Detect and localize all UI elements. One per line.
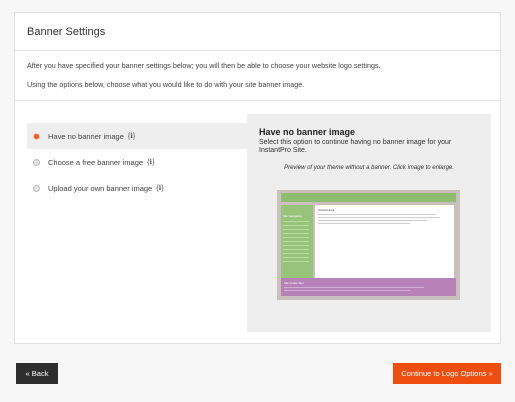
info-icon[interactable]: {ℹ} [147, 158, 154, 166]
thumb-nav-label: Site Navigation [283, 214, 302, 218]
info-glyph: ℹ [130, 133, 133, 140]
back-button[interactable]: « Back [16, 363, 58, 384]
option-upload-banner[interactable]: Upload your own banner image {ℹ} [27, 175, 247, 201]
thumb-nav-line [283, 245, 309, 246]
thumb-nav-line [283, 261, 309, 262]
thumb-nav-line [283, 253, 309, 254]
option-label: Have no banner image [48, 131, 124, 141]
thumb-content-line [318, 220, 428, 221]
thumb-content-line [318, 214, 436, 215]
intro-line-1: After you have specified your banner set… [27, 61, 381, 70]
thumb-content-area: Content Area [315, 205, 454, 288]
option-label: Upload your own banner image [48, 183, 153, 193]
thumb-nav-line [283, 241, 309, 242]
thumb-footer-line [284, 290, 410, 291]
thumb-nav-line [283, 257, 309, 258]
info-glyph: ℹ [149, 159, 153, 166]
option-free-banner[interactable]: Choose a free banner image {ℹ} [27, 149, 247, 175]
thumb-nav-line [283, 225, 309, 226]
radio-free-banner[interactable] [33, 158, 40, 166]
thumb-nav-line [283, 229, 309, 230]
info-icon[interactable]: {ℹ} [128, 132, 135, 140]
option-no-banner[interactable]: Have no banner image {ℹ} [27, 123, 247, 149]
thumb-nav-line [283, 237, 309, 238]
thumb-content-line [318, 217, 440, 218]
banner-options: Have no banner image {ℹ} Choose a free b… [27, 123, 247, 201]
continue-to-logo-options-button[interactable]: Continue to Logo Options » [393, 363, 501, 384]
divider [15, 100, 500, 101]
preview-caption: Preview of your theme without a banner. … [284, 165, 454, 172]
thumb-content-title: Content Area [318, 208, 335, 212]
preview-title: Have no banner image [259, 127, 356, 137]
preview-box: Have no banner image Select this option … [247, 114, 491, 332]
thumb-footer: Site Footer Text [281, 278, 456, 296]
page-title: Banner Settings [27, 26, 106, 38]
preview-description: Select this option to continue having no… [259, 139, 452, 155]
banner-settings-panel: Banner Settings After you have specified… [14, 12, 501, 344]
thumb-nav-line [283, 233, 309, 234]
panel-header: Banner Settings [15, 13, 500, 51]
thumb-nav-line [283, 249, 309, 250]
info-icon[interactable]: {ℹ} [156, 184, 163, 192]
intro-line-2: Using the options below, choose what you… [27, 80, 305, 90]
radio-upload-banner[interactable] [33, 184, 40, 192]
thumb-nav-line [283, 221, 309, 222]
info-glyph: ℹ [158, 185, 162, 192]
option-label: Choose a free banner image [48, 157, 144, 167]
thumb-header [281, 193, 456, 202]
thumb-footer-line [284, 287, 424, 288]
thumb-content-line [318, 223, 410, 224]
theme-preview-thumbnail[interactable]: Site Navigation Content Area Site Footer… [277, 190, 460, 300]
thumb-footer-label: Site Footer Text [284, 281, 304, 285]
radio-no-banner[interactable] [33, 132, 40, 140]
intro-text: After you have specified your banner set… [15, 51, 500, 90]
